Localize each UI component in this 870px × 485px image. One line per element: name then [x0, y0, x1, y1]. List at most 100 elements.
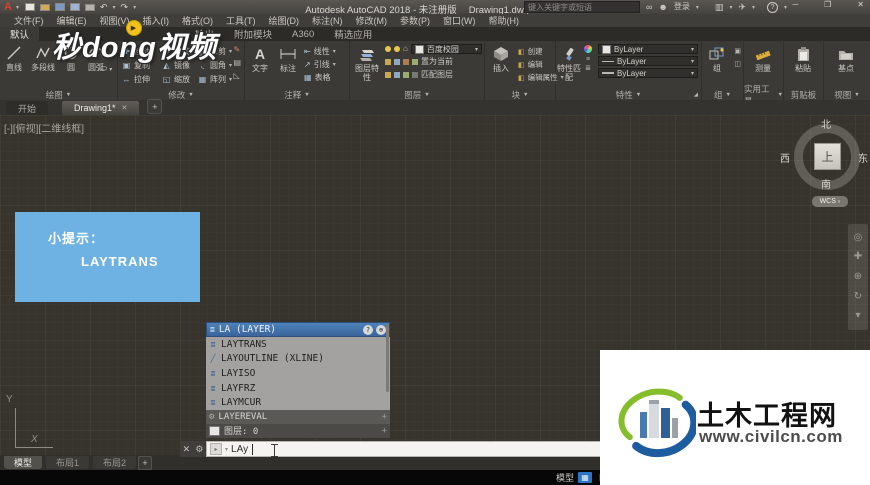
panel-label-clipboard[interactable]: 剪贴板: [784, 89, 823, 100]
expand-icon-2[interactable]: +: [382, 426, 387, 436]
expand-icon[interactable]: +: [382, 412, 387, 422]
properties-dialog-launcher-icon[interactable]: ◢: [694, 92, 698, 98]
tab-close-icon[interactable]: ✕: [122, 104, 128, 112]
new-drawing-button[interactable]: +: [147, 99, 162, 114]
nav-tool-icon[interactable]: ▾: [855, 311, 860, 321]
autocomplete-item[interactable]: ╱ LAYOUTLINE (XLINE): [206, 352, 390, 367]
lineweight-icon[interactable]: ≣: [585, 66, 591, 71]
close-button[interactable]: ✕: [857, 0, 864, 9]
minimize-button[interactable]: ─: [792, 0, 798, 9]
measure-button[interactable]: 测量: [750, 44, 776, 73]
ribbon-tab[interactable]: 默认: [0, 27, 39, 41]
menu-item[interactable]: 帮助(H): [489, 14, 520, 27]
search-icon[interactable]: ∞: [646, 2, 652, 12]
cart-arrow-icon[interactable]: ▾: [729, 4, 732, 11]
erase-icon[interactable]: ✎: [233, 45, 241, 54]
autocomplete-item[interactable]: ≣ LAYMCUR: [206, 395, 390, 410]
command-close-icon[interactable]: ✕: [183, 444, 191, 455]
command-input[interactable]: ▸ ▾ LAy: [206, 441, 601, 457]
tab-start[interactable]: 开始: [6, 101, 48, 115]
linetype-dropdown[interactable]: ByLayer▾: [598, 56, 698, 66]
ribbon-tab[interactable]: 附加模块: [224, 27, 282, 41]
match-layer-button[interactable]: 匹配图层: [385, 69, 482, 80]
base-button[interactable]: 基点: [833, 44, 859, 73]
communication-center-icon[interactable]: ✈: [738, 2, 746, 12]
layer-on-icon[interactable]: [385, 46, 391, 52]
line-button[interactable]: 直线: [2, 43, 26, 72]
sysvar-row-layereval[interactable]: ⚙ LAYEREVAL +: [206, 410, 390, 424]
nav-tool-icon[interactable]: ◎: [854, 233, 863, 243]
layer-tool-icon-7[interactable]: [403, 72, 409, 78]
autocomplete-scrollbar[interactable]: [386, 324, 389, 392]
autocomplete-item[interactable]: ≣ LAYFRZ: [206, 381, 390, 396]
layer-tool-icon-5[interactable]: [385, 72, 391, 78]
menu-item[interactable]: 绘图(D): [269, 14, 300, 27]
autocomplete-item[interactable]: ≣ LAYISO: [206, 366, 390, 381]
panel-label-layers[interactable]: 图层▼: [350, 89, 484, 100]
plot-icon[interactable]: [85, 4, 95, 11]
chamfer-icon[interactable]: ◺: [233, 71, 241, 80]
layout-tab[interactable]: 布局2: [93, 456, 136, 469]
autocomplete-selected-item[interactable]: ≣ LA (LAYER) ? ⊕: [206, 322, 390, 337]
color-dropdown[interactable]: ByLayer▾: [598, 44, 698, 54]
recent-commands-icon[interactable]: ▾: [225, 446, 228, 453]
viewcube-west-label[interactable]: 西: [780, 150, 790, 165]
layer-properties-button[interactable]: 图层特性: [352, 44, 382, 82]
annotate-tool-button[interactable]: ▦ 表格: [304, 72, 336, 83]
menu-item[interactable]: 文件(F): [14, 14, 44, 27]
layout-tab[interactable]: 模型: [4, 456, 42, 469]
open-file-icon[interactable]: [40, 4, 50, 11]
panel-label-modify[interactable]: 修改▼: [118, 89, 244, 100]
tab-drawing1[interactable]: Drawing1*✕: [62, 101, 139, 115]
layer-tool-icon-8[interactable]: [412, 72, 418, 78]
panel-label-properties[interactable]: 特性▼ ◢: [556, 89, 701, 100]
menu-item[interactable]: 标注(N): [312, 14, 343, 27]
insert-block-button[interactable]: 插入: [488, 44, 514, 73]
viewcube-north-label[interactable]: 北: [821, 116, 831, 131]
ribbon-tab[interactable]: A360: [282, 27, 324, 41]
sign-in-link[interactable]: 登录: [674, 2, 690, 12]
layer-tool-icon-3[interactable]: [403, 59, 409, 65]
help-badge-icon[interactable]: ?: [363, 325, 373, 335]
current-layer-row[interactable]: 图层: 0 +: [206, 424, 390, 438]
annotate-tool-button[interactable]: ⇤ 线性▾: [304, 46, 336, 57]
nav-tool-icon[interactable]: ↻: [854, 292, 862, 302]
maximize-button[interactable]: ❐: [824, 0, 831, 9]
group-edit-icon[interactable]: ◫: [734, 60, 741, 68]
set-current-layer-button[interactable]: 置为当前: [385, 56, 482, 67]
layer-tool-icon-4[interactable]: [412, 59, 418, 65]
viewcube-east-label[interactable]: 东: [858, 150, 868, 165]
user-icon[interactable]: ☻: [658, 2, 667, 12]
annotate-tool-button[interactable]: ↗ 引线▾: [304, 59, 336, 70]
viewport-controls[interactable]: [-][俯视][二维线框]: [4, 120, 84, 135]
dimension-button[interactable]: 标注: [276, 44, 300, 83]
paste-button[interactable]: 粘贴: [791, 44, 815, 73]
nav-tool-icon[interactable]: ✚: [854, 252, 862, 262]
menu-item[interactable]: 窗口(W): [443, 14, 476, 27]
panel-label-view[interactable]: 视图▼: [824, 89, 870, 100]
comm-arrow-icon[interactable]: ▾: [752, 4, 755, 11]
panel-label-group[interactable]: 组▼: [702, 89, 743, 100]
explode-icon[interactable]: ▤: [233, 58, 241, 67]
status-model-label[interactable]: 模型: [556, 471, 574, 484]
modify-tool-button[interactable]: ↔ 拉伸: [122, 72, 162, 86]
panel-label-draw[interactable]: 绘图▼: [0, 89, 117, 100]
help-arrow-icon[interactable]: ▾: [784, 4, 787, 11]
ungroup-icon[interactable]: ▣: [734, 47, 741, 55]
text-button[interactable]: A 文字: [248, 44, 272, 83]
help-icon[interactable]: ?: [767, 2, 778, 13]
cart-icon[interactable]: ▥: [715, 2, 724, 12]
command-customize-icon[interactable]: ⚙: [195, 444, 203, 455]
autocomplete-item[interactable]: ≣ LAYTRANS: [206, 337, 390, 352]
match-properties-button[interactable]: 特性匹配: [557, 44, 581, 82]
redo-icon[interactable]: ↷: [121, 2, 129, 12]
autocad-logo-icon[interactable]: A: [4, 1, 12, 13]
group-button[interactable]: 组: [706, 44, 728, 73]
lineweight-dropdown[interactable]: ByLayer▾: [598, 68, 698, 78]
menu-item[interactable]: 修改(M): [356, 14, 388, 27]
modify-tool-button[interactable]: ◱ 缩放: [162, 72, 198, 86]
layer-dropdown[interactable]: 百度校园 ▾: [411, 44, 482, 54]
layer-tool-icon-6[interactable]: [394, 72, 400, 78]
save-as-icon[interactable]: [70, 3, 80, 11]
internet-search-icon[interactable]: ⊕: [376, 325, 386, 335]
